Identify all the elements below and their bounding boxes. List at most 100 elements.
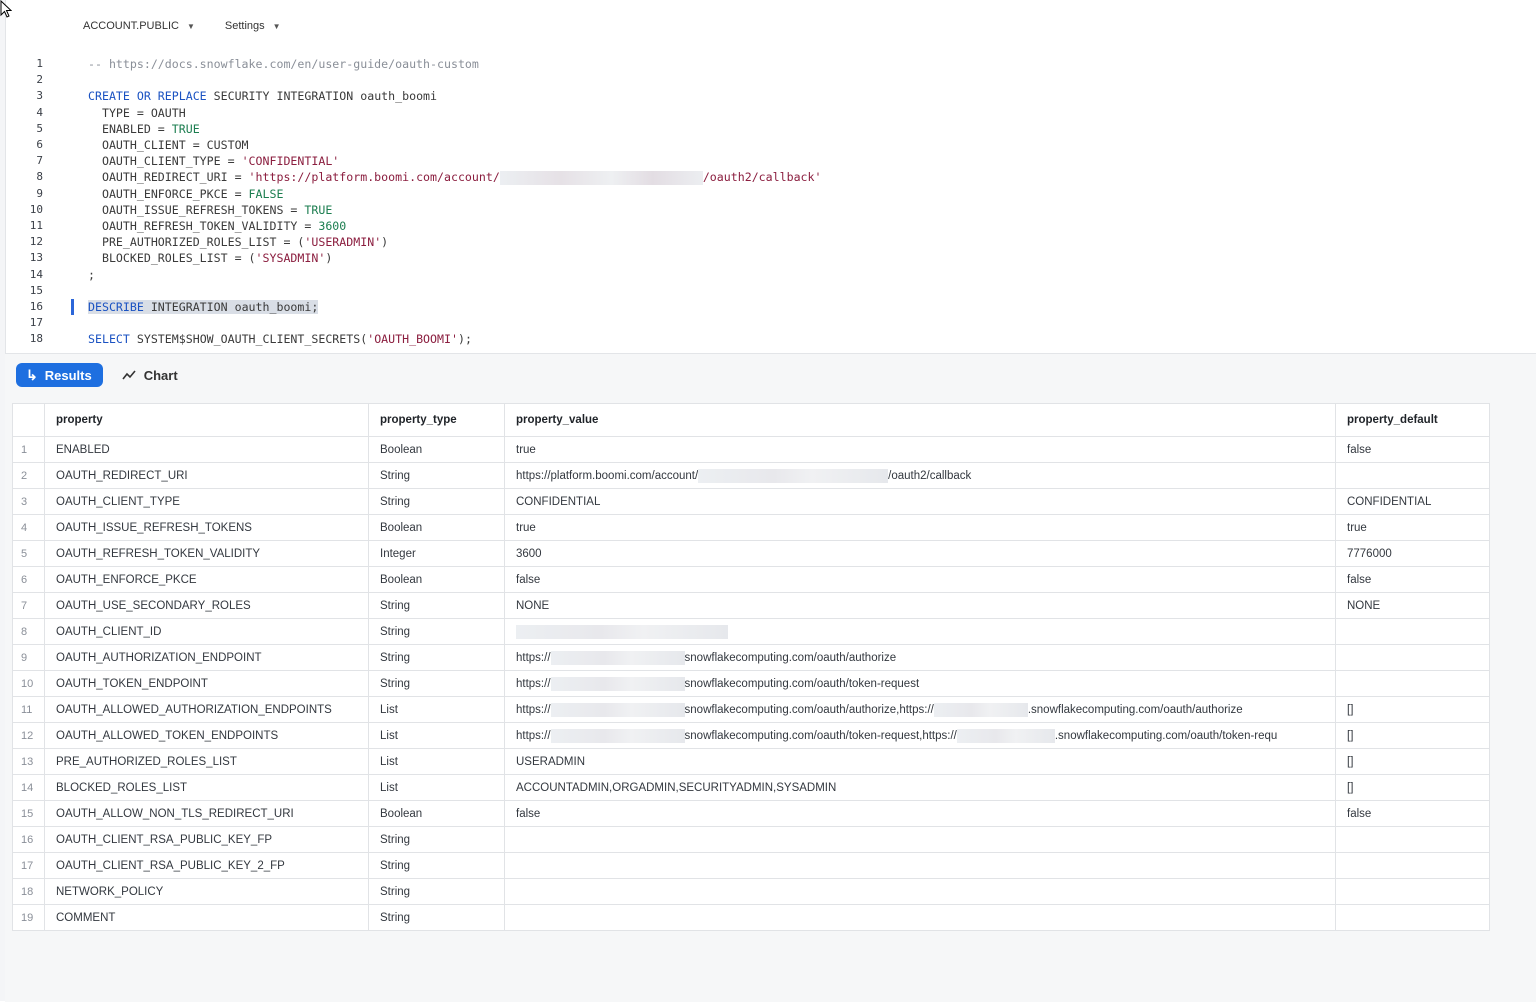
row-number[interactable]: 7	[12, 592, 45, 619]
cell-property-value[interactable]: https:// snowflakecomputing.com/oauth/aut…	[504, 696, 1336, 723]
editor-line[interactable]: 4 TYPE = OAUTH	[5, 105, 1505, 121]
cell-property[interactable]: ENABLED	[44, 436, 369, 463]
table-row[interactable]: 17 OAUTH_CLIENT_RSA_PUBLIC_KEY_2_FP String	[12, 852, 1490, 879]
cell-property-value[interactable]	[504, 618, 1336, 645]
cell-property-default[interactable]: true	[1335, 514, 1490, 541]
cell-property-default[interactable]	[1335, 462, 1490, 489]
cell-property-default[interactable]	[1335, 670, 1490, 697]
cell-property-default[interactable]	[1335, 878, 1490, 905]
cell-property-value[interactable]: NONE	[504, 592, 1336, 619]
cell-property[interactable]: OAUTH_ALLOW_NON_TLS_REDIRECT_URI	[44, 800, 369, 827]
cell-property[interactable]: NETWORK_POLICY	[44, 878, 369, 905]
table-row[interactable]: 2 OAUTH_REDIRECT_URI String https://platfor…	[12, 462, 1490, 489]
cell-property-type[interactable]: String	[368, 878, 505, 905]
table-row[interactable]: 16 OAUTH_CLIENT_RSA_PUBLIC_KEY_FP String	[12, 826, 1490, 853]
table-row[interactable]: 19 COMMENT String	[12, 904, 1490, 931]
column-header-property[interactable]: property	[44, 403, 369, 437]
cell-property-type[interactable]: String	[368, 826, 505, 853]
cell-property-value[interactable]	[504, 852, 1336, 879]
cell-property-value[interactable]: https:// snowflakecomputing.com/oauth/tok…	[504, 670, 1336, 697]
cell-property-value[interactable]: USERADMIN	[504, 748, 1336, 775]
cell-property[interactable]: OAUTH_ISSUE_REFRESH_TOKENS	[44, 514, 369, 541]
cell-property-type[interactable]: String	[368, 592, 505, 619]
settings-menu[interactable]: Settings ▼	[225, 20, 281, 32]
row-number[interactable]: 3	[12, 488, 45, 515]
cell-property[interactable]: COMMENT	[44, 904, 369, 931]
cell-property[interactable]: PRE_AUTHORIZED_ROLES_LIST	[44, 748, 369, 775]
cell-property-value[interactable]	[504, 878, 1336, 905]
editor-line[interactable]: 3 CREATE OR REPLACE SECURITY INTEGRATION …	[5, 88, 1505, 104]
cell-property-default[interactable]: []	[1335, 774, 1490, 801]
cell-property[interactable]: OAUTH_CLIENT_TYPE	[44, 488, 369, 515]
row-number[interactable]: 19	[12, 904, 45, 931]
cell-property-value[interactable]: true	[504, 514, 1336, 541]
cell-property-default[interactable]: false	[1335, 436, 1490, 463]
cell-property-default[interactable]: []	[1335, 696, 1490, 723]
table-row[interactable]: 4 OAUTH_ISSUE_REFRESH_TOKENS Boolean true tr…	[12, 514, 1490, 541]
row-number[interactable]: 17	[12, 852, 45, 879]
row-number[interactable]: 9	[12, 644, 45, 671]
cell-property-default[interactable]	[1335, 904, 1490, 931]
editor-line[interactable]: 9 OAUTH_ENFORCE_PKCE = FALSE	[5, 186, 1505, 202]
cell-property[interactable]: OAUTH_CLIENT_ID	[44, 618, 369, 645]
sql-editor[interactable]: 1 -- https://docs.snowflake.com/en/user-g…	[5, 55, 1536, 353]
cell-property[interactable]: OAUTH_REFRESH_TOKEN_VALIDITY	[44, 540, 369, 567]
cell-property-type[interactable]: String	[368, 488, 505, 515]
table-row[interactable]: 7 OAUTH_USE_SECONDARY_ROLES String NONE NONE	[12, 592, 1490, 619]
cell-property-value[interactable]: CONFIDENTIAL	[504, 488, 1336, 515]
cell-property[interactable]: OAUTH_USE_SECONDARY_ROLES	[44, 592, 369, 619]
cell-property-default[interactable]: NONE	[1335, 592, 1490, 619]
context-selector[interactable]: ACCOUNT.PUBLIC ▼	[83, 20, 195, 32]
table-row[interactable]: 8 OAUTH_CLIENT_ID String	[12, 618, 1490, 645]
cell-property[interactable]: OAUTH_ALLOWED_AUTHORIZATION_ENDPOINTS	[44, 696, 369, 723]
editor-line[interactable]: 7 OAUTH_CLIENT_TYPE = 'CONFIDENTIAL'	[5, 153, 1505, 169]
table-row[interactable]: 1 ENABLED Boolean true false	[12, 436, 1490, 463]
editor-line[interactable]: 1 -- https://docs.snowflake.com/en/user-g…	[5, 56, 1505, 72]
cell-property[interactable]: OAUTH_AUTHORIZATION_ENDPOINT	[44, 644, 369, 671]
editor-line[interactable]: 5 ENABLED = TRUE	[5, 121, 1505, 137]
row-number[interactable]: 4	[12, 514, 45, 541]
row-number[interactable]: 12	[12, 722, 45, 749]
cell-property-type[interactable]: Boolean	[368, 436, 505, 463]
row-number[interactable]: 11	[12, 696, 45, 723]
table-row[interactable]: 9 OAUTH_AUTHORIZATION_ENDPOINT String https…	[12, 644, 1490, 671]
cell-property-type[interactable]: Boolean	[368, 514, 505, 541]
cell-property-type[interactable]: String	[368, 904, 505, 931]
row-number[interactable]: 18	[12, 878, 45, 905]
cell-property-default[interactable]: false	[1335, 800, 1490, 827]
table-row[interactable]: 5 OAUTH_REFRESH_TOKEN_VALIDITY Integer 3600…	[12, 540, 1490, 567]
editor-line[interactable]: 10 OAUTH_ISSUE_REFRESH_TOKENS = TRUE	[5, 202, 1505, 218]
row-number[interactable]: 2	[12, 462, 45, 489]
cell-property[interactable]: OAUTH_ENFORCE_PKCE	[44, 566, 369, 593]
cell-property-type[interactable]: String	[368, 670, 505, 697]
cell-property-value[interactable]: 3600	[504, 540, 1336, 567]
table-row[interactable]: 12 OAUTH_ALLOWED_TOKEN_ENDPOINTS List https…	[12, 722, 1490, 749]
editor-line[interactable]: 17	[5, 315, 1505, 331]
cell-property-value[interactable]: ACCOUNTADMIN,ORGADMIN,SECURITYADMIN,SYSA…	[504, 774, 1336, 801]
cell-property[interactable]: OAUTH_CLIENT_RSA_PUBLIC_KEY_2_FP	[44, 852, 369, 879]
cell-property-default[interactable]	[1335, 826, 1490, 853]
cell-property-default[interactable]: false	[1335, 566, 1490, 593]
editor-line[interactable]: 16 DESCRIBE INTEGRATION oauth_boomi;	[5, 299, 1505, 315]
row-number[interactable]: 13	[12, 748, 45, 775]
editor-line[interactable]: 6 OAUTH_CLIENT = CUSTOM	[5, 137, 1505, 153]
cell-property-type[interactable]: List	[368, 696, 505, 723]
cell-property-type[interactable]: Boolean	[368, 800, 505, 827]
editor-line[interactable]: 15	[5, 283, 1505, 299]
editor-line[interactable]: 13 BLOCKED_ROLES_LIST = ('SYSADMIN')	[5, 250, 1505, 266]
table-row[interactable]: 14 BLOCKED_ROLES_LIST List ACCOUNTADMIN,ORG…	[12, 774, 1490, 801]
column-header-property-type[interactable]: property_type	[368, 403, 505, 437]
table-row[interactable]: 6 OAUTH_ENFORCE_PKCE Boolean false false	[12, 566, 1490, 593]
cell-property-type[interactable]: Integer	[368, 540, 505, 567]
table-row[interactable]: 13 PRE_AUTHORIZED_ROLES_LIST List USERADMIN…	[12, 748, 1490, 775]
row-number[interactable]: 10	[12, 670, 45, 697]
table-row[interactable]: 10 OAUTH_TOKEN_ENDPOINT String https:// snow…	[12, 670, 1490, 697]
cell-property-value[interactable]: https:// snowflakecomputing.com/oauth/aut…	[504, 644, 1336, 671]
cell-property[interactable]: OAUTH_REDIRECT_URI	[44, 462, 369, 489]
editor-line[interactable]: 18 SELECT SYSTEM$SHOW_OAUTH_CLIENT_SECRET…	[5, 331, 1505, 347]
cell-property-value[interactable]: false	[504, 800, 1336, 827]
cell-property-type[interactable]: List	[368, 748, 505, 775]
column-header-property-value[interactable]: property_value	[504, 403, 1336, 437]
cell-property-value[interactable]: https:// snowflakecomputing.com/oauth/tok…	[504, 722, 1336, 749]
cell-property-default[interactable]	[1335, 618, 1490, 645]
